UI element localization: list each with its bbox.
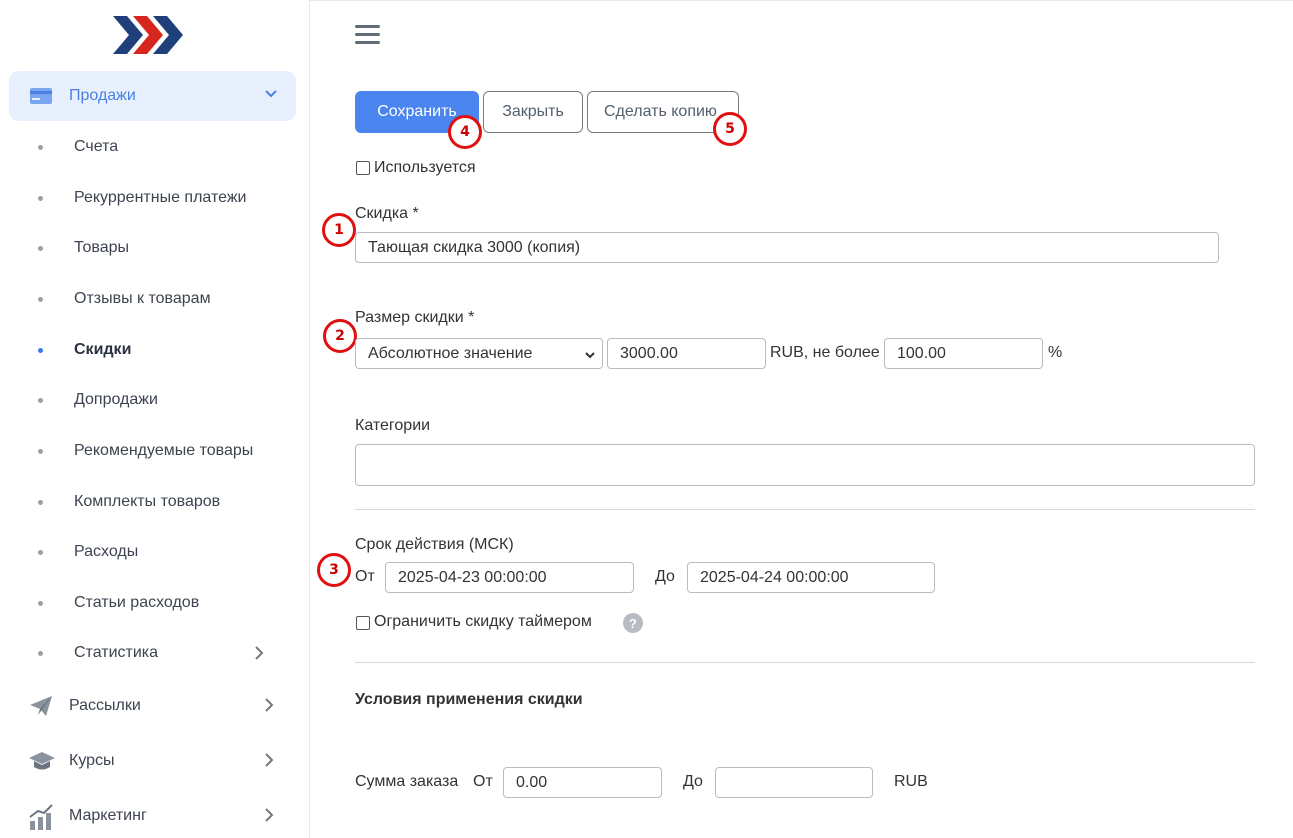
bullet bbox=[38, 449, 43, 454]
categories-input[interactable] bbox=[355, 444, 1255, 486]
sidebar-subitem-label: Рекомендуемые товары bbox=[74, 442, 254, 459]
sidebar-subitem-invoices[interactable]: Счета bbox=[0, 133, 300, 163]
order-from-label: От bbox=[473, 773, 493, 790]
annotation-badge: 1 bbox=[322, 213, 356, 247]
sidebar-subitem-label: Товары bbox=[74, 239, 130, 256]
sidebar-subitem-expense-items[interactable]: Статьи расходов bbox=[0, 589, 300, 619]
sidebar-item-courses[interactable]: Курсы bbox=[0, 742, 300, 782]
discount-name-input[interactable]: Тающая скидка 3000 (копия) bbox=[355, 232, 1219, 263]
discount-label: Скидка * bbox=[355, 205, 419, 222]
sidebar-item-label: Рассылки bbox=[69, 697, 141, 714]
order-currency: RUB bbox=[894, 773, 928, 790]
chevron-right-icon bbox=[263, 697, 275, 717]
bar-chart-icon bbox=[28, 803, 54, 835]
sidebar-subitem-recommended[interactable]: Рекомендуемые товары bbox=[0, 437, 300, 467]
sidebar-item-mailings[interactable]: Рассылки bbox=[0, 687, 300, 727]
size-type-value: Абсолютное значение bbox=[368, 344, 533, 362]
bullet bbox=[38, 196, 43, 201]
bullet bbox=[38, 601, 43, 606]
sidebar-subitem-label: Статьи расходов bbox=[74, 594, 200, 611]
logo[interactable] bbox=[113, 14, 183, 56]
card-icon bbox=[29, 87, 53, 109]
sidebar: Продажи Счета Рекуррентные платежи Товар… bbox=[0, 0, 310, 838]
bullet bbox=[38, 651, 43, 656]
sidebar-subitem-label: Допродажи bbox=[74, 391, 158, 408]
sidebar-subitem-upsells[interactable]: Допродажи bbox=[0, 386, 300, 416]
sidebar-item-label: Курсы bbox=[69, 752, 115, 769]
chevron-down-icon bbox=[584, 348, 596, 366]
sidebar-subitem-statistics[interactable]: Статистика bbox=[0, 639, 300, 669]
close-button[interactable]: Закрыть bbox=[483, 91, 583, 133]
bullet bbox=[38, 246, 43, 251]
chevron-down-icon bbox=[264, 87, 278, 105]
sidebar-subitem-bundles[interactable]: Комплекты товаров bbox=[0, 488, 300, 518]
sidebar-item-marketing[interactable]: Маркетинг bbox=[0, 797, 300, 837]
max-value-input[interactable]: 100.00 bbox=[884, 338, 1043, 369]
sidebar-subitem-reviews[interactable]: Отзывы к товарам bbox=[0, 285, 300, 315]
sidebar-subitem-recurring[interactable]: Рекуррентные платежи bbox=[0, 184, 300, 214]
divider bbox=[355, 662, 1255, 663]
validity-label: Срок действия (МСК) bbox=[355, 536, 514, 553]
graduation-cap-icon bbox=[28, 748, 56, 778]
divider bbox=[355, 509, 1255, 510]
chevron-right-icon bbox=[263, 752, 275, 772]
bullet bbox=[38, 297, 43, 302]
bullet bbox=[38, 500, 43, 505]
order-to-label: До bbox=[683, 773, 703, 790]
sidebar-item-label: Продажи bbox=[69, 87, 136, 104]
chevron-right-icon bbox=[263, 807, 275, 827]
categories-label: Категории bbox=[355, 417, 431, 434]
sidebar-item-sales[interactable]: Продажи bbox=[9, 71, 296, 121]
to-date-input[interactable]: 2025-04-24 00:00:00 bbox=[687, 562, 935, 593]
conditions-heading: Условия применения скидки bbox=[355, 691, 583, 708]
from-date-input[interactable]: 2025-04-23 00:00:00 bbox=[385, 562, 634, 593]
sidebar-subitem-label: Скидки bbox=[74, 341, 132, 358]
annotation-badge: 3 bbox=[317, 553, 351, 587]
chevron-right-icon bbox=[253, 645, 265, 665]
used-checkbox[interactable] bbox=[356, 161, 370, 175]
annotation-badge: 2 bbox=[323, 319, 357, 353]
timer-checkbox[interactable] bbox=[356, 616, 370, 630]
help-icon[interactable]: ? bbox=[623, 613, 643, 633]
sidebar-subitem-discounts[interactable]: Скидки bbox=[0, 336, 300, 366]
order-to-input[interactable] bbox=[715, 767, 873, 798]
from-label: От bbox=[355, 568, 375, 585]
used-label: Используется bbox=[374, 159, 476, 176]
bullet bbox=[38, 398, 43, 403]
sidebar-subitem-label: Рекуррентные платежи bbox=[74, 189, 247, 206]
sidebar-subitem-label: Расходы bbox=[74, 543, 139, 560]
sidebar-subitem-products[interactable]: Товары bbox=[0, 234, 300, 264]
sidebar-item-label: Маркетинг bbox=[69, 807, 147, 824]
paper-plane-icon bbox=[28, 693, 54, 723]
size-label: Размер скидки * bbox=[355, 309, 475, 326]
bullet bbox=[38, 145, 43, 150]
bullet bbox=[38, 550, 43, 555]
timer-label: Ограничить скидку таймером bbox=[374, 613, 592, 630]
percent-sign: % bbox=[1048, 344, 1063, 361]
size-suffix: RUB, не более bbox=[770, 344, 880, 361]
hamburger-menu-icon[interactable] bbox=[355, 25, 380, 47]
size-value-input[interactable]: 3000.00 bbox=[607, 338, 766, 369]
sidebar-subitem-label: Статистика bbox=[74, 644, 159, 661]
annotation-badge: 4 bbox=[448, 115, 482, 149]
annotation-badge: 5 bbox=[713, 112, 747, 146]
to-label: До bbox=[655, 568, 675, 585]
sidebar-subitem-label: Отзывы к товарам bbox=[74, 290, 211, 307]
bullet bbox=[38, 348, 43, 353]
order-sum-label: Сумма заказа bbox=[355, 773, 459, 790]
sidebar-subitem-expenses[interactable]: Расходы bbox=[0, 538, 300, 568]
sidebar-subitem-label: Комплекты товаров bbox=[74, 493, 221, 510]
size-type-select[interactable]: Абсолютное значение bbox=[355, 338, 603, 369]
sidebar-subitem-label: Счета bbox=[74, 138, 119, 155]
order-from-input[interactable]: 0.00 bbox=[503, 767, 662, 798]
